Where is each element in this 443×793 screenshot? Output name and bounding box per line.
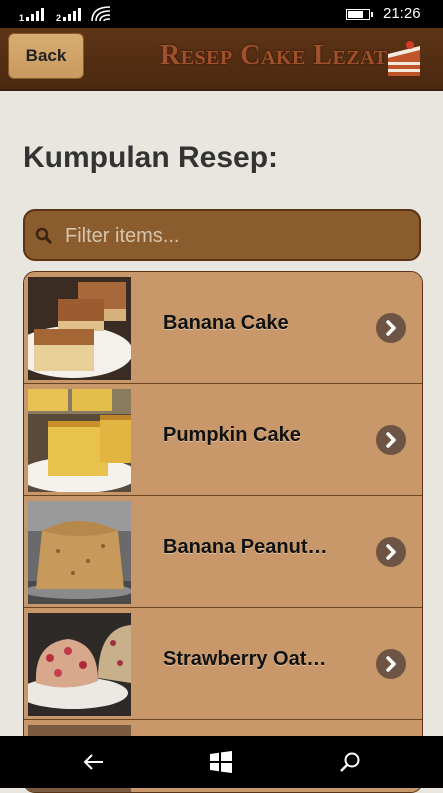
recipe-list: Banana Cake Pumpkin Cake Banana Peanut… … <box>23 271 423 793</box>
navigation-bar <box>0 736 443 788</box>
banana-peanut-cake-photo <box>28 501 131 604</box>
filter-input[interactable] <box>63 219 417 253</box>
item-label: Banana Peanut… <box>163 536 328 558</box>
chevron-right-icon[interactable] <box>376 313 406 343</box>
list-item[interactable]: Pumpkin Cake <box>24 384 422 496</box>
back-arrow-icon[interactable] <box>82 750 106 774</box>
app-title: Resep Cake Lezat <box>160 40 388 71</box>
search-icon[interactable] <box>338 750 362 774</box>
list-item[interactable]: Strawberry Oat… <box>24 608 422 720</box>
clock: 21:26 <box>383 5 421 22</box>
back-button[interactable]: Back <box>8 33 84 79</box>
item-label: Banana Cake <box>163 312 289 334</box>
pumpkin-cake-photo <box>28 389 131 492</box>
list-item[interactable]: Banana Peanut… <box>24 496 422 608</box>
app-header: Back Resep Cake Lezat <box>0 28 443 91</box>
item-label: Strawberry Oat… <box>163 648 327 670</box>
chevron-right-icon[interactable] <box>376 649 406 679</box>
status-bar: 1 2 21:26 <box>0 0 443 28</box>
windows-logo-icon[interactable] <box>209 750 233 774</box>
chevron-right-icon[interactable] <box>376 425 406 455</box>
signal-strength-icon-2: 2 <box>56 7 83 23</box>
strawberry-oat-cake-photo <box>28 613 131 716</box>
banana-cake-photo <box>28 277 131 380</box>
filter-box <box>23 209 421 261</box>
battery-icon <box>346 9 373 20</box>
chevron-right-icon[interactable] <box>376 537 406 567</box>
page-title: Kumpulan Resep: <box>23 141 279 174</box>
wifi-icon <box>91 6 111 22</box>
signal-strength-icon: 1 <box>19 7 46 23</box>
search-icon <box>35 227 53 245</box>
list-item[interactable]: Banana Cake <box>24 272 422 384</box>
layer-cake-icon <box>388 41 420 76</box>
item-label: Pumpkin Cake <box>163 424 301 446</box>
